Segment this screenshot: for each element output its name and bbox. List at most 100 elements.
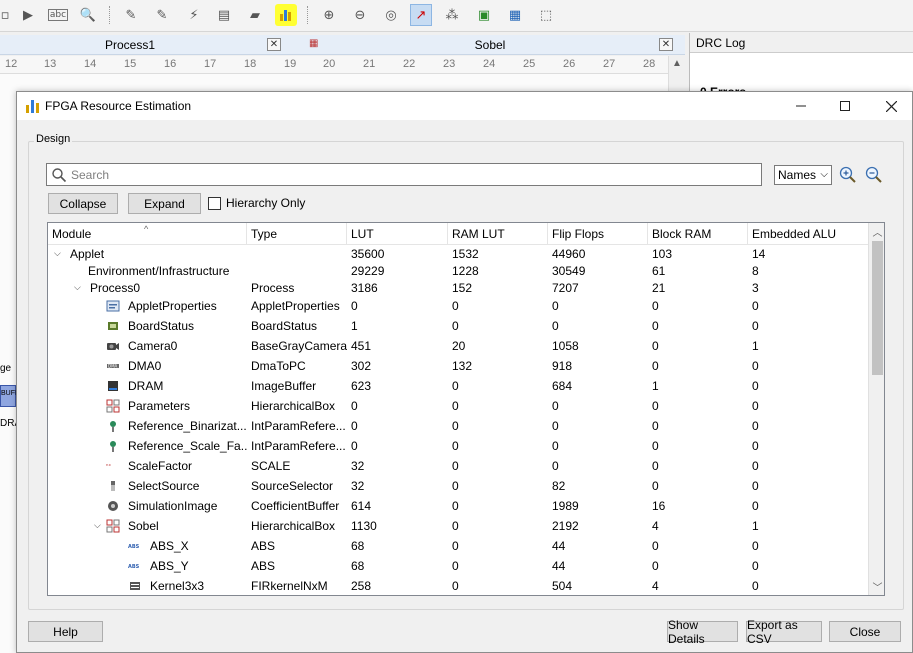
- hierarchy-only-checkbox-row[interactable]: Hierarchy Only: [208, 196, 305, 210]
- search-input[interactable]: [67, 164, 761, 185]
- block-ram-cell: 0: [652, 359, 659, 373]
- ram-lut-cell: 132: [452, 359, 473, 373]
- lut-cell: 3186: [351, 280, 378, 295]
- table-row[interactable]: ⌵ Sobel HierarchicalBox 1130 0 2192 4 1: [48, 516, 868, 536]
- chevron-down-icon[interactable]: ⌵: [74, 282, 81, 293]
- dialog-titlebar[interactable]: FPGA Resource Estimation: [17, 92, 912, 120]
- window-close-button[interactable]: [869, 92, 913, 120]
- lut-cell: 32: [351, 459, 365, 473]
- table-row[interactable]: Camera0 BaseGrayCamera 451 20 1058 0 1: [48, 336, 868, 356]
- table-row[interactable]: ABS ABS_Y ABS 68 0 44 0 0: [48, 556, 868, 576]
- canvas-scrollbar[interactable]: ▲: [668, 56, 685, 96]
- chevron-down-icon[interactable]: ⌵: [94, 520, 101, 531]
- table-row[interactable]: BoardStatus BoardStatus 1 0 0 0 0: [48, 316, 868, 336]
- table-row[interactable]: ABS ABS_X ABS 68 0 44 0 0: [48, 536, 868, 556]
- column-header-module[interactable]: Module ^: [48, 223, 247, 245]
- table-scrollbar[interactable]: ︿ ﹀: [868, 223, 884, 595]
- buffer-block-fragment[interactable]: BUFF: [0, 385, 19, 407]
- module-name: ScaleFactor: [128, 459, 193, 473]
- module-name: Process0: [90, 280, 141, 295]
- chevron-down-icon[interactable]: ⌵: [54, 248, 61, 259]
- embedded-alu-cell: 0: [752, 459, 759, 473]
- toolbar-run-icon[interactable]: ▶: [17, 4, 39, 26]
- maximize-button[interactable]: [823, 92, 867, 120]
- flip-flops-cell: 0: [552, 439, 559, 453]
- table-row[interactable]: Reference_Scale_Fa... IntParamRefere... 0 0…: [48, 436, 868, 456]
- module-name: Environment/Infrastructure: [88, 263, 230, 278]
- table-row[interactable]: ⌵ Process0 Process 3186 152 7207 21 3: [48, 279, 868, 296]
- search-icon: [52, 167, 67, 182]
- toolbar-monitor-icon[interactable]: ▣: [473, 4, 495, 26]
- column-header-embedded-alu[interactable]: Embedded ALU: [748, 223, 868, 245]
- close-icon[interactable]: ✕: [659, 38, 673, 51]
- resource-tree-table[interactable]: Module ^ Type LUT RAM LUT Flip Flops Blo…: [47, 222, 885, 596]
- show-details-button[interactable]: Show Details: [667, 618, 738, 646]
- close-icon[interactable]: ✕: [267, 38, 281, 51]
- embedded-alu-cell: 0: [752, 399, 759, 413]
- flip-flops-cell: 44960: [552, 246, 586, 261]
- module-cell: SelectSource: [106, 476, 247, 496]
- flip-flops-cell: 44: [552, 539, 566, 553]
- table-row[interactable]: SimulationImage CoefficientBuffer 614 0 1989…: [48, 496, 868, 516]
- toolbar-edit-icon[interactable]: ✎: [120, 4, 142, 26]
- table-row[interactable]: Reference_Binarizat... IntParamRefere... 0…: [48, 416, 868, 436]
- lut-cell: 1: [351, 319, 358, 333]
- table-row[interactable]: Parameters HierarchicalBox 0 0 0 0 0: [48, 396, 868, 416]
- zoom-out-icon[interactable]: [864, 165, 884, 185]
- block-ram-cell: 16: [652, 499, 666, 513]
- toolbar-debug-icon[interactable]: ⁂: [441, 4, 463, 26]
- table-row[interactable]: ⌵ Applet 35600 1532 44960 103 14: [48, 245, 868, 262]
- table-row[interactable]: Kernel3x3 FIRkernelNxM 258 0 504 4 0: [48, 576, 868, 595]
- scroll-down-icon[interactable]: ﹀: [871, 579, 884, 594]
- table-row[interactable]: Environment/Infrastructure 29229 1228 30549…: [48, 262, 868, 279]
- toolbar-abc-icon[interactable]: abc: [47, 4, 69, 26]
- expand-button[interactable]: Expand: [128, 193, 201, 214]
- flip-flops-cell: 1989: [552, 499, 579, 513]
- export-csv-button[interactable]: Export as CSV: [746, 618, 822, 646]
- column-header-ram-lut[interactable]: RAM LUT: [448, 223, 548, 245]
- zoom-in-icon[interactable]: [838, 165, 858, 185]
- module-cell: Environment/Infrastructure: [88, 262, 247, 279]
- help-button[interactable]: Help: [28, 621, 103, 642]
- column-header-lut[interactable]: LUT: [347, 223, 448, 245]
- toolbar-export-icon[interactable]: ⬚: [535, 4, 557, 26]
- toolbar-zoom-out-icon[interactable]: ⊖: [349, 4, 371, 26]
- lut-cell: 0: [351, 439, 358, 453]
- scrollbar-thumb[interactable]: [872, 241, 883, 375]
- table-row[interactable]: ⁿˣ ScaleFactor SCALE 32 0 0 0 0: [48, 456, 868, 476]
- toolbar-find-icon[interactable]: 🔍: [77, 4, 99, 26]
- table-row[interactable]: AppletProperties AppletProperties 0 0 0 0 0: [48, 296, 868, 316]
- column-header-block-ram[interactable]: Block RAM: [648, 223, 748, 245]
- hierarchy-icon: [106, 519, 120, 533]
- search-mode-select[interactable]: Names ⌵: [774, 165, 832, 185]
- module-name: Kernel3x3: [150, 579, 205, 593]
- lut-cell: 614: [351, 499, 372, 513]
- resource-estimation-icon[interactable]: [275, 4, 297, 26]
- minimize-button[interactable]: [779, 92, 823, 120]
- toolbar-pointer-icon[interactable]: ↗: [410, 4, 432, 26]
- tab-process1[interactable]: Process1: [0, 35, 260, 55]
- column-header-flip-flops[interactable]: Flip Flops: [548, 223, 648, 245]
- toolbar-zoom-fit-icon[interactable]: ◎: [380, 4, 402, 26]
- table-row[interactable]: DRAM ImageBuffer 623 0 684 1 0: [48, 376, 868, 396]
- module-cell: SimulationImage: [106, 496, 247, 516]
- toolbar-link-icon[interactable]: ⚡: [183, 4, 205, 26]
- module-cell: Camera0: [106, 336, 247, 356]
- hierarchy-only-checkbox[interactable]: [208, 196, 221, 210]
- search-field[interactable]: [46, 163, 762, 186]
- toolbar-network-icon[interactable]: ▦: [504, 4, 526, 26]
- toolbar-edit2-icon[interactable]: ✎: [151, 4, 173, 26]
- tab-sobel[interactable]: Sobel: [300, 35, 680, 55]
- table-row[interactable]: DMA DMA0 DmaToPC 302 132 918 0 0: [48, 356, 868, 376]
- toolbar-build-icon[interactable]: ▰: [244, 4, 266, 26]
- scroll-up-icon[interactable]: ︿: [871, 224, 884, 239]
- table-row[interactable]: SelectSource SourceSelector 32 0 82 0 0: [48, 476, 868, 496]
- toolbar-cut-icon[interactable]: ▫: [0, 4, 16, 26]
- column-header-type[interactable]: Type: [247, 223, 347, 245]
- toolbar-zoom-in-icon[interactable]: ⊕: [318, 4, 340, 26]
- block-ram-cell: 0: [652, 319, 659, 333]
- scroll-up-icon[interactable]: ▲: [672, 58, 682, 69]
- toolbar-chart-icon[interactable]: ▤: [213, 4, 235, 26]
- collapse-button[interactable]: Collapse: [48, 193, 118, 214]
- close-button[interactable]: Close: [829, 621, 901, 642]
